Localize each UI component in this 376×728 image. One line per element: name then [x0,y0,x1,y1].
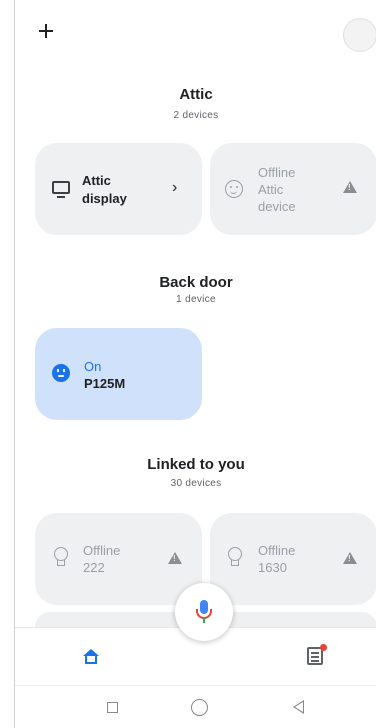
warning-icon [343,181,357,193]
device-name: 222 [83,560,105,575]
section-subtitle-attic: 2 devices [173,110,219,121]
device-tile-222[interactable]: Offline 222 [35,513,202,605]
back-icon[interactable] [293,700,304,714]
section-title-attic: Attic [179,86,213,103]
device-status: Offline [258,543,296,558]
top-bar [15,0,376,70]
warning-icon [343,552,357,564]
device-tile-attic-display[interactable]: Attic display › [35,143,202,235]
chevron-right-icon[interactable]: › [172,179,177,197]
bulb-icon [227,547,242,567]
section-subtitle-back-door: 1 device [176,294,216,305]
device-name-line2: display [82,191,127,206]
device-status: Offline [83,543,121,558]
device-name-line2: device [258,199,296,214]
warning-icon [168,552,182,564]
device-status: On [84,359,102,374]
device-tile-attic-device[interactable]: Offline Attic device [210,143,376,235]
device-name: 1630 [258,560,287,575]
recents-icon[interactable] [107,702,118,713]
device-name: P125M [84,376,126,391]
plug-icon [52,364,70,382]
device-name-line1: Attic [258,182,284,197]
app-frame: Attic 2 devices Attic display › Offline … [14,0,376,728]
home-icon[interactable] [83,649,99,665]
plus-icon[interactable] [37,22,55,40]
section-title-linked: Linked to you [147,456,245,473]
system-navigation-bar [15,685,376,728]
notification-dot [320,644,327,651]
section-title-back-door: Back door [159,274,233,291]
tv-icon [52,181,70,198]
device-status: Offline [258,165,296,180]
device-name-line1: Attic [82,173,111,188]
smiley-icon [225,180,243,198]
bulb-icon [53,547,68,567]
assistant-mic-button[interactable] [175,583,233,641]
home-circle-icon[interactable] [191,699,208,716]
device-tile-1630[interactable]: Offline 1630 [210,513,376,605]
account-avatar[interactable] [343,18,376,52]
device-tile-p125m[interactable]: On P125M [35,328,202,420]
section-subtitle-linked: 30 devices [170,478,222,489]
